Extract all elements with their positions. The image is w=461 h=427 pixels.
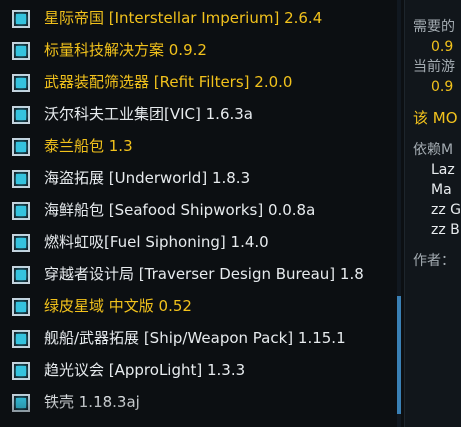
checkbox-fill [16,302,26,312]
mod-list-scrollbar[interactable] [397,0,401,427]
checkbox-fill [16,174,26,184]
mod-name: 趋光议会 [ApproLight] 1.3.3 [44,361,246,379]
dependency-item: zz B [431,222,460,238]
checkbox-fill [16,46,26,56]
checkbox-fill [16,110,26,120]
mod-checkbox[interactable] [12,74,30,92]
mod-checkbox[interactable] [12,266,30,284]
mod-name: 沃尔科夫工业集团[VIC] 1.6.3a [44,105,253,123]
required-version-label: 需要的 [413,19,455,35]
mod-row[interactable]: 舰船/武器拓展 [Ship/Weapon Pack] 1.15.1 [0,323,402,355]
required-version-value: 0.9 [431,39,454,55]
checkbox-fill [16,14,26,24]
mod-row[interactable]: 燃料虹吸[Fuel Siphoning] 1.4.0 [0,227,402,259]
checkbox-fill [16,238,26,248]
mod-checkbox[interactable] [12,42,30,60]
mod-checkbox[interactable] [12,138,30,156]
mod-checkbox[interactable] [12,394,30,412]
mod-name: 铁壳 1.18.3aj [44,393,140,411]
mod-checkbox[interactable] [12,234,30,252]
mod-name: 穿越者设计局 [Traverser Design Bureau] 1.8 [44,265,364,283]
mod-row[interactable]: 标量科技解决方案 0.9.2 [0,35,402,67]
mod-name: 泰兰船包 1.3 [44,137,133,155]
scrollbar-thumb[interactable] [397,296,401,414]
current-version-label: 当前游 [413,59,455,75]
checkbox-fill [16,366,26,376]
mod-row[interactable]: 海鲜船包 [Seafood Shipworks] 0.0.8a [0,195,402,227]
mod-name: 海盗拓展 [Underworld] 1.8.3 [44,169,251,187]
dependencies-label: 依赖M [413,142,454,158]
mod-checkbox[interactable] [12,10,30,28]
checkbox-fill [16,78,26,88]
current-version-value: 0.9 [431,79,454,95]
mod-list: 星际帝国 [Interstellar Imperium] 2.6.4 标量科技解… [0,0,402,427]
dependency-item: Laz [431,162,455,178]
mod-checkbox[interactable] [12,362,30,380]
checkbox-fill [16,270,26,280]
mod-name: 燃料虹吸[Fuel Siphoning] 1.4.0 [44,233,269,251]
mod-row[interactable]: 绿皮星域 中文版 0.52 [0,291,402,323]
mod-detail-panel: 需要的 0.9 当前游 0.9 该 MO 依赖M Laz Ma zz G zz … [404,0,461,427]
mod-row[interactable]: 星际帝国 [Interstellar Imperium] 2.6.4 [0,3,402,35]
dependency-item: zz G [431,202,461,218]
mod-row[interactable]: 铁壳 1.18.3aj [0,387,402,419]
mod-row[interactable]: 趋光议会 [ApproLight] 1.3.3 [0,355,402,387]
mod-row[interactable]: 沃尔科夫工业集团[VIC] 1.6.3a [0,99,402,131]
mod-name: 海鲜船包 [Seafood Shipworks] 0.0.8a [44,201,316,219]
mod-checkbox[interactable] [12,330,30,348]
mod-name: 舰船/武器拓展 [Ship/Weapon Pack] 1.15.1 [44,329,346,347]
mod-checkbox[interactable] [12,202,30,220]
compatibility-warning: 该 MO [413,109,458,127]
mod-name: 星际帝国 [Interstellar Imperium] 2.6.4 [44,9,323,27]
mod-name: 绿皮星域 中文版 0.52 [44,297,192,315]
mod-row[interactable]: 穿越者设计局 [Traverser Design Bureau] 1.8 [0,259,402,291]
mod-row[interactable]: 海盗拓展 [Underworld] 1.8.3 [0,163,402,195]
mod-checkbox[interactable] [12,170,30,188]
mod-name: 武器装配筛选器 [Refit Filters] 2.0.0 [44,73,293,91]
checkbox-fill [16,334,26,344]
dependency-item: Ma [431,182,452,198]
mod-checkbox[interactable] [12,106,30,124]
mod-checkbox[interactable] [12,298,30,316]
mod-row[interactable]: 武器装配筛选器 [Refit Filters] 2.0.0 [0,67,402,99]
checkbox-fill [16,398,26,408]
checkbox-fill [16,206,26,216]
author-label: 作者： [413,253,455,269]
mod-name: 标量科技解决方案 0.9.2 [44,41,207,59]
checkbox-fill [16,142,26,152]
mod-row[interactable]: 泰兰船包 1.3 [0,131,402,163]
